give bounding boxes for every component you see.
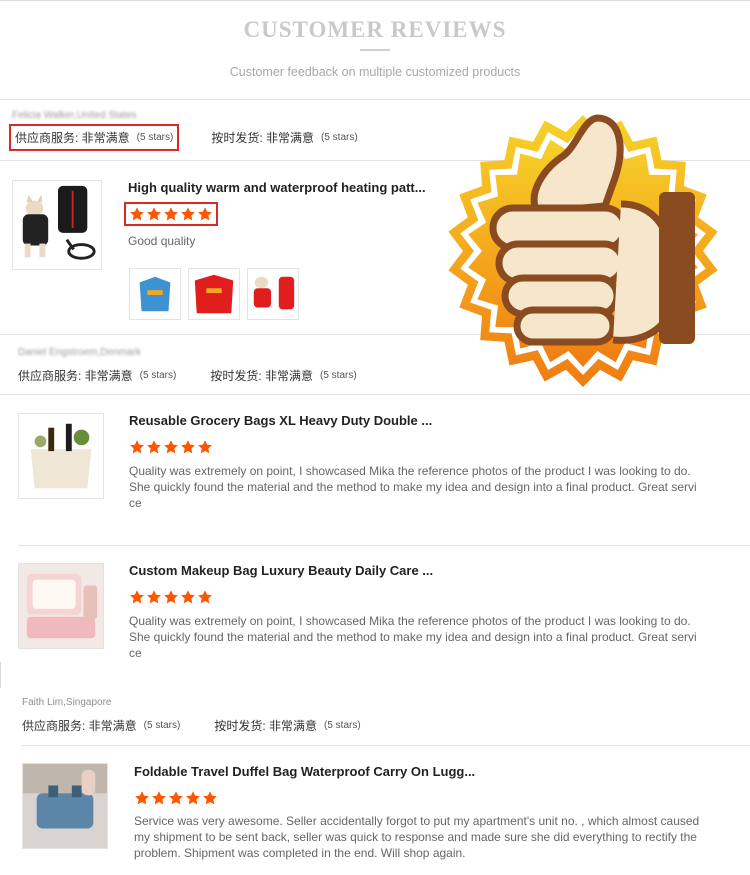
review-text: Quality was extremely on point, I showca… bbox=[129, 614, 697, 660]
star-icon bbox=[152, 791, 166, 805]
divider bbox=[0, 662, 1, 688]
star-icon bbox=[186, 791, 200, 805]
star-rating bbox=[124, 202, 218, 226]
star-icon bbox=[147, 590, 161, 604]
review-ratings: 供应商服务: 非常满意 (5 stars) 按时发货: 非常满意 (5 star… bbox=[18, 367, 357, 384]
reviews-header: CUSTOMER REVIEWS Customer feedback on mu… bbox=[0, 0, 750, 100]
star-icon bbox=[130, 440, 144, 454]
product-title-link[interactable]: Custom Makeup Bag Luxury Beauty Daily Ca… bbox=[129, 563, 433, 578]
reviewer-name: Daniel Engstroem,Denmark bbox=[18, 347, 141, 358]
shipping-rating: 按时发货: 非常满意 (5 stars) bbox=[211, 131, 358, 145]
title-divider bbox=[360, 49, 390, 51]
star-icon bbox=[203, 791, 217, 805]
product-title-link[interactable]: Reusable Grocery Bags XL Heavy Duty Doub… bbox=[129, 413, 432, 428]
reviewer-name: Faith Lim,Singapore bbox=[22, 697, 112, 708]
blue-coat-photo[interactable] bbox=[129, 268, 181, 320]
star-icon bbox=[198, 440, 212, 454]
star-icon bbox=[164, 590, 178, 604]
divider bbox=[0, 99, 750, 100]
product-title-link[interactable]: High quality warm and waterproof heating… bbox=[128, 180, 426, 195]
supplier-service-rating: 供应商服务: 非常满意 (5 stars) bbox=[22, 719, 181, 733]
star-icon bbox=[147, 207, 161, 221]
divider bbox=[0, 394, 750, 395]
star-rating bbox=[134, 790, 218, 806]
dog-in-red-coat-photo[interactable] bbox=[247, 268, 299, 320]
product-title-link[interactable]: Foldable Travel Duffel Bag Waterproof Ca… bbox=[134, 764, 475, 779]
star-icon bbox=[130, 590, 144, 604]
review-text: Good quality bbox=[128, 234, 196, 248]
divider bbox=[18, 545, 750, 546]
star-icon bbox=[198, 207, 212, 221]
review-text: Quality was extremely on point, I showca… bbox=[129, 464, 697, 510]
star-rating bbox=[129, 439, 213, 455]
star-rating bbox=[129, 589, 213, 605]
star-icon bbox=[181, 207, 195, 221]
product-thumbnail[interactable] bbox=[18, 413, 104, 499]
star-icon bbox=[181, 590, 195, 604]
supplier-service-rating: 供应商服务: 非常满意 (5 stars) bbox=[9, 124, 180, 151]
divider bbox=[22, 745, 750, 746]
product-thumbnail[interactable] bbox=[12, 180, 102, 270]
star-icon bbox=[164, 440, 178, 454]
review-ratings: 供应商服务: 非常满意 (5 stars) 按时发货: 非常满意 (5 star… bbox=[22, 717, 361, 734]
star-icon bbox=[181, 440, 195, 454]
thumbs-up-icon bbox=[445, 108, 721, 390]
reviewer-name: Felicia Walker,United States bbox=[12, 110, 137, 121]
section-subtitle: Customer feedback on multiple customized… bbox=[229, 65, 521, 79]
star-icon bbox=[198, 590, 212, 604]
product-thumbnail[interactable] bbox=[22, 763, 108, 849]
review-text: Service was very awesome. Seller acciden… bbox=[134, 814, 700, 860]
red-coat-photo[interactable] bbox=[188, 268, 240, 320]
star-icon bbox=[130, 207, 144, 221]
star-icon bbox=[169, 791, 183, 805]
review-photos bbox=[129, 268, 299, 320]
product-thumbnail[interactable] bbox=[18, 563, 104, 649]
review-ratings: 供应商服务: 非常满意 (5 stars) 按时发货: 非常满意 (5 star… bbox=[9, 124, 358, 151]
supplier-service-rating: 供应商服务: 非常满意 (5 stars) bbox=[18, 369, 177, 383]
star-icon bbox=[135, 791, 149, 805]
star-icon bbox=[164, 207, 178, 221]
section-title: CUSTOMER REVIEWS bbox=[243, 17, 507, 42]
shipping-rating: 按时发货: 非常满意 (5 stars) bbox=[214, 719, 361, 733]
star-icon bbox=[147, 440, 161, 454]
shipping-rating: 按时发货: 非常满意 (5 stars) bbox=[210, 369, 357, 383]
